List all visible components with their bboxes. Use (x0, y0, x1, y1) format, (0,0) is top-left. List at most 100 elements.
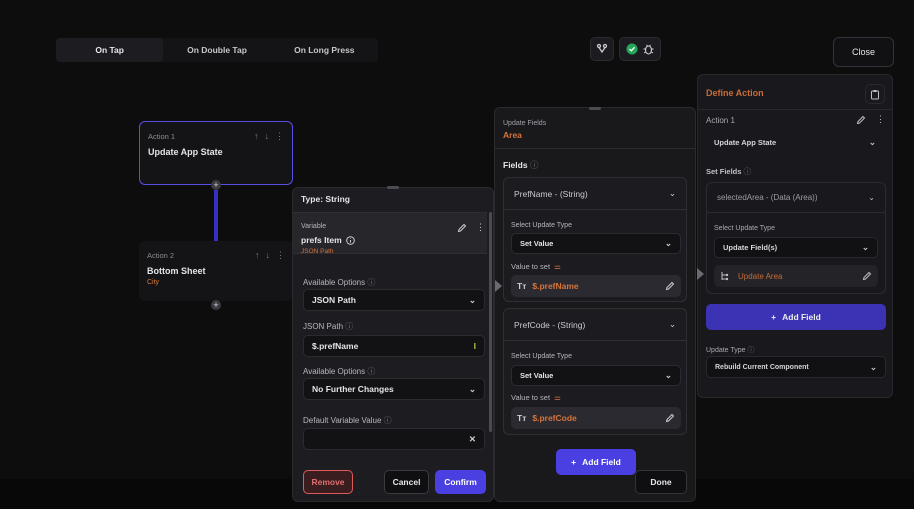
variable-name: prefs Item (301, 235, 342, 245)
chevron-down-icon: ⌄ (868, 193, 875, 202)
action-sub: City (147, 279, 160, 286)
remove-button[interactable]: Remove (303, 470, 353, 494)
action-label: Action 1 (706, 116, 735, 125)
rebuild-select[interactable]: Rebuild Current Component ⌄ (706, 356, 886, 378)
chevron-down-icon: ⌄ (468, 383, 476, 394)
value-binding[interactable]: Tт $.prefCode (511, 407, 681, 429)
update-fields-title: Update Fields (503, 120, 547, 127)
set-fields-label: Set Fields ⓘ (706, 167, 752, 176)
confirm-button[interactable]: Confirm (435, 470, 486, 494)
select-update-type-label: Select Update Type (714, 225, 775, 232)
update-fields-sub: Area (503, 130, 522, 140)
chevron-down-icon: ⌄ (664, 238, 672, 248)
tab-on-tap[interactable]: On Tap (56, 38, 164, 62)
update-type-select[interactable]: Set Value ⌄ (511, 365, 681, 386)
available-options-label: Available Options ⓘ (303, 278, 376, 287)
copy-button[interactable] (865, 84, 885, 104)
value-binding[interactable]: Tт $.prefName (511, 275, 681, 297)
arrow-up-icon[interactable]: ↑ (254, 131, 259, 142)
field-header[interactable]: PrefName - (String) ⌄ (504, 178, 686, 210)
field-card-prefcode: PrefCode - (String) ⌄ Select Update Type … (503, 308, 687, 435)
default-value-label: Default Variable Value ⓘ (303, 416, 392, 425)
value-to-set-label: Value to set ⚌ (511, 262, 561, 271)
default-value-input[interactable]: ✕ (303, 428, 485, 450)
chevron-down-icon: ⌄ (668, 188, 676, 198)
action-card-2[interactable]: Action 2 Bottom Sheet City ↑ ↓ ⋮ (139, 241, 293, 301)
define-action-panel: Define Action Action 1 ⋮ Update App Stat… (697, 74, 893, 398)
scrollbar[interactable] (489, 212, 492, 432)
chevron-down-icon: ⌄ (861, 242, 869, 252)
action-type-select[interactable]: Update App State ⌄ (706, 131, 884, 153)
action-title: Bottom Sheet (147, 266, 206, 276)
select-update-type-label: Select Update Type (511, 222, 572, 229)
define-action-title: Define Action (706, 88, 764, 98)
chevron-down-icon: ⌄ (869, 361, 877, 372)
chevron-down-icon: ⌄ (668, 319, 676, 329)
chevron-down-icon: ⌄ (868, 136, 876, 147)
edit-icon[interactable] (665, 281, 675, 291)
drag-handle[interactable] (387, 186, 399, 189)
arrow-down-icon[interactable]: ↓ (265, 131, 270, 142)
clipboard-icon (870, 89, 880, 100)
available-options-label-2: Available Options ⓘ (303, 367, 376, 376)
chevron-down-icon: ⌄ (468, 294, 476, 305)
arrow-up-icon[interactable]: ↑ (255, 250, 260, 261)
value-to-set-label: Value to set ⚌ (511, 393, 561, 402)
plus-icon: + (571, 457, 577, 467)
update-area-binding[interactable]: Update Area (714, 265, 878, 287)
branch-icon (596, 43, 608, 55)
select-update-type-label: Select Update Type (511, 353, 572, 360)
variable-sub: JSON Path (301, 248, 334, 255)
set-field-header[interactable]: selectedArea - (Data (Area)) ⌄ (707, 183, 885, 213)
update-type-select[interactable]: Set Value ⌄ (511, 233, 681, 254)
bookmark-branch-button[interactable] (590, 37, 614, 61)
arrow-indicator (495, 280, 502, 292)
more-icon[interactable]: ⋮ (275, 131, 284, 142)
update-type-select[interactable]: Update Field(s) ⌄ (714, 237, 878, 258)
debug-button[interactable] (619, 37, 661, 61)
add-field-button[interactable]: + Add Field (556, 449, 636, 475)
add-action-button[interactable]: + (211, 300, 221, 310)
bug-icon (643, 43, 654, 55)
update-type-label: Update Type ⓘ (706, 347, 755, 354)
drag-handle[interactable] (589, 107, 601, 110)
text-cursor-icon: I (473, 341, 476, 351)
trigger-tabs: On Tap On Double Tap On Long Press (56, 38, 378, 62)
available-options-select-2[interactable]: No Further Changes ⌄ (303, 378, 485, 400)
sliders-icon[interactable]: ⚌ (554, 393, 561, 402)
edit-icon[interactable] (862, 271, 872, 281)
edit-icon[interactable] (457, 223, 467, 233)
more-icon[interactable]: ⋮ (276, 250, 285, 261)
update-fields-panel: Update Fields Area Fields ⓘ PrefName - (… (494, 107, 696, 502)
sliders-icon[interactable]: ⚌ (554, 262, 561, 271)
arrow-down-icon[interactable]: ↓ (266, 250, 271, 261)
close-button[interactable]: Close (833, 37, 894, 67)
json-path-input[interactable]: $.prefName I (303, 335, 485, 357)
fields-label: Fields ⓘ (503, 160, 539, 170)
tab-on-long-press[interactable]: On Long Press (271, 38, 378, 62)
more-icon[interactable]: ⋮ (876, 114, 885, 125)
edit-icon[interactable] (856, 115, 866, 125)
variable-panel: Type: String Variable prefs Item JSON Pa… (292, 186, 494, 502)
available-options-select[interactable]: JSON Path ⌄ (303, 289, 485, 311)
clear-icon[interactable]: ✕ (469, 434, 476, 445)
edit-icon[interactable] (665, 413, 675, 423)
add-action-button[interactable]: + (211, 180, 221, 190)
info-icon[interactable] (345, 235, 355, 245)
tree-icon (720, 271, 730, 281)
variable-label: Variable (301, 223, 327, 230)
action-title: Update App State (148, 147, 223, 157)
add-field-button[interactable]: + Add Field (706, 304, 886, 330)
tab-on-double-tap[interactable]: On Double Tap (163, 38, 270, 62)
action-card-1[interactable]: Action 1 Update App State ↑ ↓ ⋮ (139, 121, 293, 185)
cancel-button[interactable]: Cancel (384, 470, 429, 494)
more-icon[interactable]: ⋮ (476, 222, 485, 233)
field-header[interactable]: PrefCode - (String) ⌄ (504, 309, 686, 341)
text-type-icon: Tт (517, 413, 527, 423)
type-header: Type: String (301, 194, 350, 204)
done-button[interactable]: Done (635, 470, 687, 494)
check-circle-icon (626, 43, 638, 55)
text-type-icon: Tт (517, 281, 527, 291)
connector-line (214, 190, 218, 242)
field-card-prefname: PrefName - (String) ⌄ Select Update Type … (503, 177, 687, 302)
